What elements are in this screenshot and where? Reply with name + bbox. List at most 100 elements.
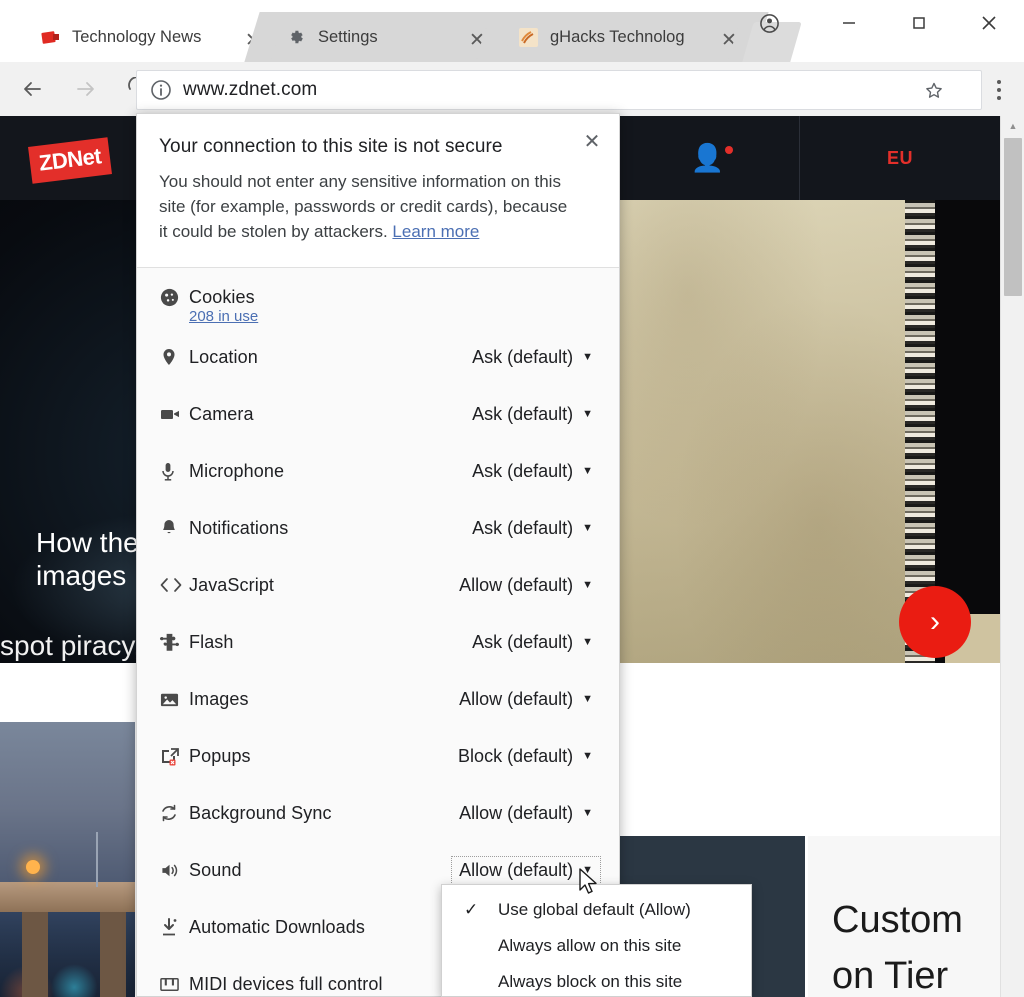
zdnet-favicon-icon [40, 27, 60, 47]
permission-select-microphone[interactable]: Ask (default) ▼ [472, 461, 593, 482]
permission-row-cookies: Cookies [137, 278, 619, 318]
tab-ghacks[interactable]: gHacks Technolog ✕ [496, 12, 748, 62]
permission-label: Cookies [189, 287, 255, 308]
code-brackets-icon [159, 576, 189, 594]
address-bar[interactable]: www.zdnet.com [136, 70, 982, 110]
card-line-0: Custom [832, 899, 963, 941]
permission-label: Camera [189, 403, 254, 424]
tab-title: Technology News [72, 27, 202, 46]
permission-value: Ask (default) [472, 346, 574, 367]
bookmark-star-icon[interactable] [923, 80, 945, 107]
chevron-down-icon: ▼ [582, 522, 593, 535]
permission-label: Images [189, 688, 249, 709]
url-text[interactable]: www.zdnet.com [183, 79, 317, 101]
tab-technology-news[interactable]: Technology News ✕ [18, 12, 264, 62]
tab-title: Settings [318, 27, 378, 46]
permission-select-popups[interactable]: Block (default) ▼ [458, 746, 593, 767]
page-scrollbar[interactable]: ▲ [1000, 116, 1024, 997]
permission-row-background-sync: Background Sync Allow (default) ▼ [137, 785, 619, 842]
article-card-text[interactable]: Custom on Tier hidden f 24/7 Su [808, 836, 1000, 997]
permission-row-notifications: Notifications Ask (default) ▼ [137, 500, 619, 557]
permission-value: Ask (default) [472, 403, 574, 424]
permission-value: Ask (default) [472, 517, 574, 538]
maximize-button[interactable] [896, 0, 942, 46]
browser-menu-button[interactable] [988, 76, 1010, 109]
permission-value: Ask (default) [472, 631, 574, 652]
minimize-button[interactable] [826, 0, 872, 46]
permission-value: Allow (default) [459, 688, 574, 709]
permission-select-camera[interactable]: Ask (default) ▼ [472, 404, 593, 425]
chevron-down-icon: ▼ [582, 465, 593, 478]
scroll-up-arrow-icon[interactable]: ▲ [1001, 116, 1024, 136]
site-information-popup: ✕ Your connection to this site is not se… [136, 113, 620, 997]
permission-select-images[interactable]: Allow (default) ▼ [459, 689, 593, 710]
popup-close-button[interactable]: ✕ [579, 128, 605, 154]
permission-select-javascript[interactable]: Allow (default) ▼ [459, 575, 593, 596]
chevron-right-icon: › [930, 605, 940, 638]
browser-tabstrip: Technology News ✕ Settings ✕ gHacks Tech… [0, 0, 1024, 62]
dropdown-item-always-block[interactable]: Always block on this site [442, 964, 751, 997]
dropdown-item-label: Always block on this site [498, 972, 683, 991]
forward-button [64, 67, 108, 111]
region-label: EU [886, 147, 913, 168]
permission-row-flash: Flash Ask (default) ▼ [137, 614, 619, 671]
profile-icon[interactable] [746, 0, 792, 46]
bridge-pillar-left [22, 912, 48, 997]
permission-label: Popups [189, 745, 251, 766]
site-region-button[interactable]: EU [799, 116, 1000, 200]
sound-speaker-icon [159, 861, 189, 880]
camera-icon [159, 404, 189, 424]
window-controls [734, 0, 1024, 46]
permission-row-popups: Popups Block (default) ▼ [137, 728, 619, 785]
close-button[interactable] [966, 0, 1012, 46]
image-icon [159, 690, 189, 709]
scrollbar-thumb[interactable] [1004, 138, 1022, 296]
tab-title: gHacks Technolog [550, 27, 685, 46]
learn-more-link[interactable]: Learn more [392, 222, 479, 241]
chevron-down-icon: ▼ [582, 636, 593, 649]
popup-description-text: You should not enter any sensitive infor… [159, 172, 568, 241]
bridge-pillar-right [100, 912, 126, 997]
popup-header: ✕ Your connection to this site is not se… [137, 114, 619, 267]
permission-value: Ask (default) [472, 460, 574, 481]
permission-label: Notifications [189, 517, 289, 538]
permission-select-background-sync[interactable]: Allow (default) ▼ [459, 803, 593, 824]
permission-value: Allow (default) [459, 802, 574, 823]
logo-zd-text: ZD [37, 147, 69, 176]
popup-window-icon [159, 746, 189, 767]
cookie-icon [159, 287, 189, 308]
midi-keyboard-icon [159, 975, 189, 994]
permission-select-sound[interactable]: Allow (default) ▼ [451, 855, 601, 885]
tab-settings[interactable]: Settings ✕ [264, 12, 496, 62]
permission-label: Flash [189, 631, 234, 652]
permission-select-notifications[interactable]: Ask (default) ▼ [472, 518, 593, 539]
permission-row-images: Images Allow (default) ▼ [137, 671, 619, 728]
chevron-down-icon: ▼ [582, 351, 593, 364]
bell-icon [159, 518, 189, 538]
permission-select-location[interactable]: Ask (default) ▼ [472, 347, 593, 368]
chevron-down-icon: ▼ [582, 693, 593, 706]
hero-next-button[interactable]: › [899, 586, 971, 658]
flash-puzzle-icon [159, 632, 189, 653]
permission-select-flash[interactable]: Ask (default) ▼ [472, 632, 593, 653]
permission-value: Block (default) [458, 745, 574, 766]
permission-row-javascript: JavaScript Allow (default) ▼ [137, 557, 619, 614]
article-card-photo[interactable] [0, 722, 135, 997]
permission-label: JavaScript [189, 574, 275, 595]
chevron-down-icon: ▼ [582, 750, 593, 763]
back-button[interactable] [10, 67, 54, 111]
download-icon [159, 917, 189, 938]
site-info-icon[interactable] [147, 76, 175, 104]
ghacks-favicon-icon [518, 27, 538, 47]
zdnet-logo[interactable]: ZDNet [28, 137, 113, 184]
permission-value: Allow (default) [459, 574, 574, 595]
site-account-button[interactable]: 👤 [615, 116, 799, 200]
notification-dot-icon [725, 145, 734, 154]
check-icon: ✓ [464, 900, 479, 919]
dropdown-item-use-global-default[interactable]: ✓ Use global default (Allow) [442, 892, 751, 928]
user-icon: 👤 [691, 144, 734, 172]
dropdown-item-always-allow[interactable]: Always allow on this site [442, 928, 751, 964]
chevron-down-icon: ▼ [582, 864, 593, 877]
sync-icon [159, 803, 189, 823]
light-pole [96, 832, 98, 887]
